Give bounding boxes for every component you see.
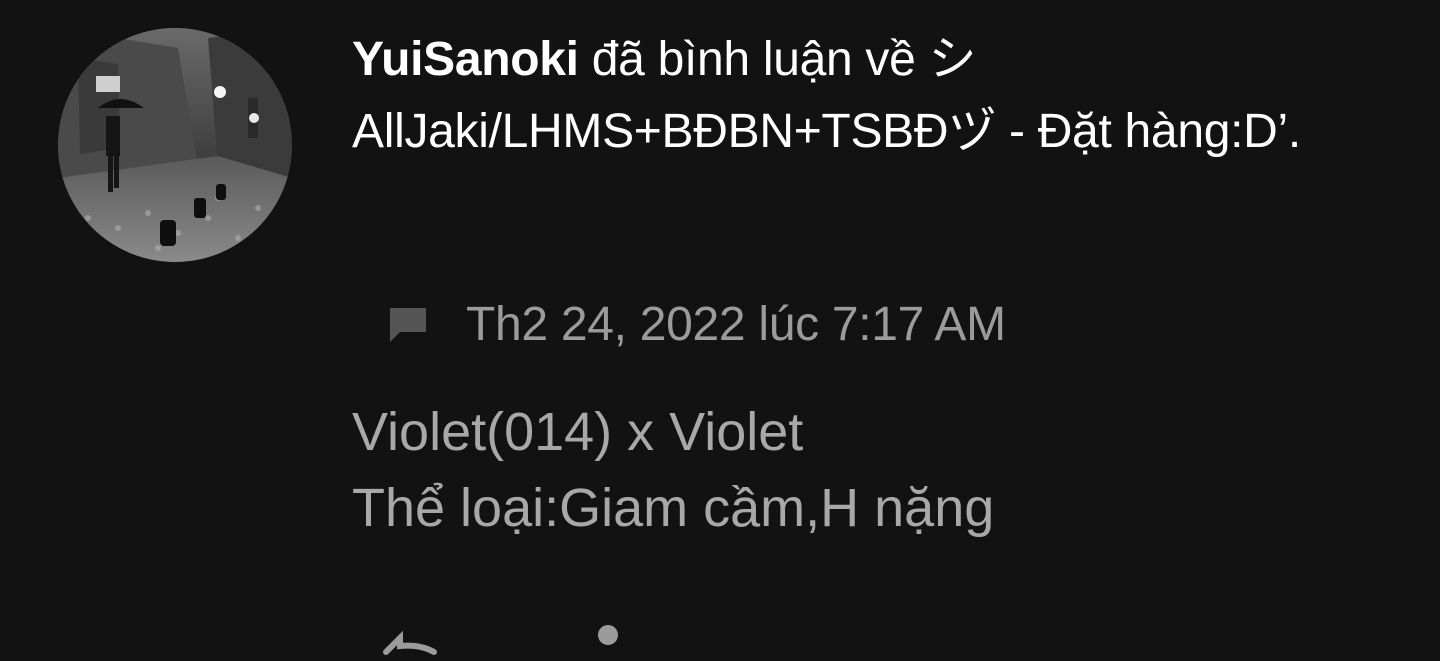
avatar[interactable] (58, 28, 292, 262)
avatar-image (58, 28, 292, 262)
notification-meta: Th2 24, 2022 lúc 7:17 AM (386, 292, 1006, 356)
comment-line: Violet(014) x Violet (352, 402, 804, 462)
notification-text[interactable]: YuiSanoki đã bình luận về シAllJaki/LHMS+… (352, 24, 1440, 168)
notification-item[interactable]: YuiSanoki đã bình luận về シAllJaki/LHMS+… (0, 0, 1440, 655)
comment-preview: Violet(014) x Violet Thể loại:Giam cầm,H… (352, 394, 1412, 546)
reply-icon[interactable] (380, 626, 440, 656)
username[interactable]: YuiSanoki (352, 33, 579, 86)
comment-line: Thể loại:Giam cầm,H nặng (352, 478, 995, 538)
more-icon[interactable] (598, 625, 618, 645)
timestamp: Th2 24, 2022 lúc 7:17 AM (466, 297, 1006, 351)
notification-actions (380, 618, 640, 655)
comment-icon (386, 302, 430, 346)
